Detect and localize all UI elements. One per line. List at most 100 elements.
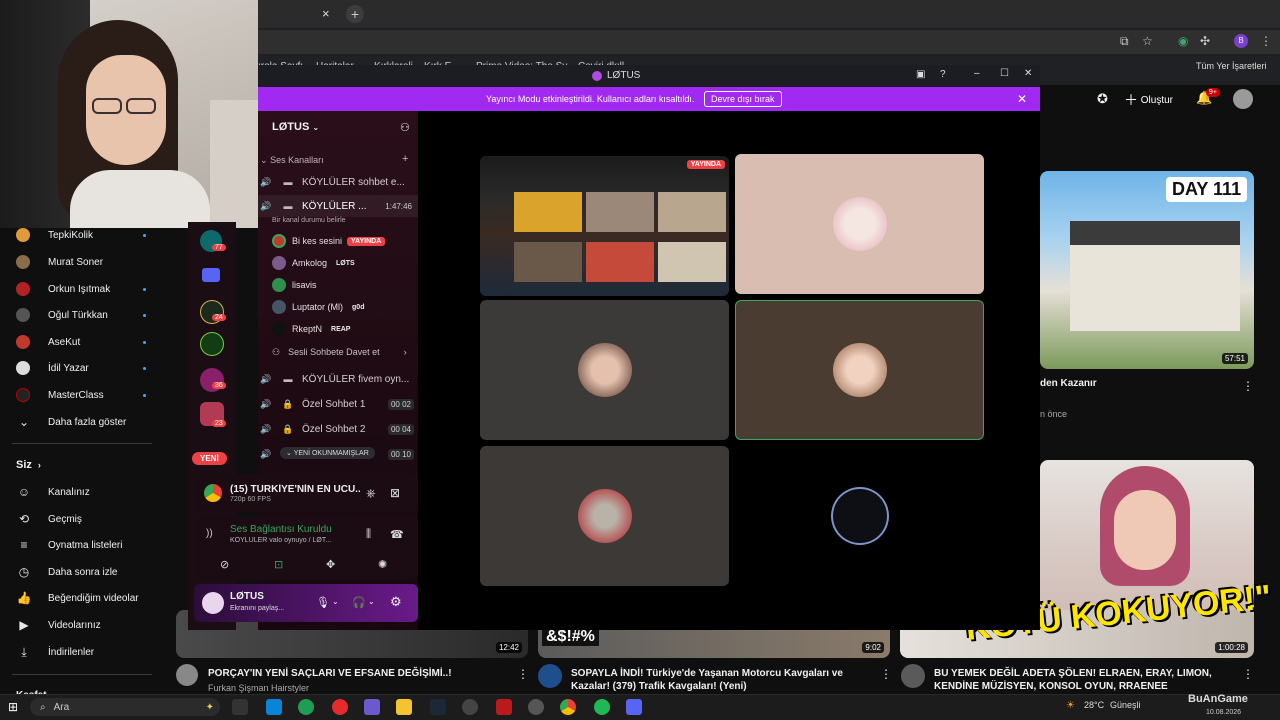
settings-gear-icon[interactable]: ⚙: [390, 594, 402, 610]
disable-streamer-mode-button[interactable]: Devre dışı bırak: [704, 91, 782, 107]
subscription-item[interactable]: Orkun Işıtmak: [16, 276, 166, 302]
screenshare-icon[interactable]: ⊡: [274, 558, 283, 571]
voice-channel-locked[interactable]: 🔊 🔒 Özel Sohbet 2 00 04: [258, 418, 418, 440]
new-badge[interactable]: YENİ: [192, 452, 227, 465]
subscription-item[interactable]: İdil Yazar: [16, 355, 166, 381]
microphone-icon[interactable]: 🎙: [316, 596, 330, 609]
participant-tile[interactable]: [480, 300, 729, 440]
edge-icon[interactable]: [298, 699, 314, 715]
nav-your-videos[interactable]: ▶ Videolarınız: [16, 612, 166, 638]
video-title[interactable]: PORÇAY'IN YENİ SAÇLARI VE EFSANE DEĞİŞİM…: [208, 667, 508, 680]
app-icon[interactable]: [496, 699, 512, 715]
activities-icon[interactable]: ✥: [326, 558, 335, 571]
channel-avatar[interactable]: [901, 664, 925, 688]
chevron-down-icon[interactable]: ⌄: [332, 597, 339, 606]
create-extension-icon[interactable]: ✪: [1097, 91, 1108, 107]
chevron-down-icon[interactable]: ⌄: [368, 597, 375, 606]
voice-user[interactable]: Luptator (Ml) g0d: [272, 297, 368, 317]
voice-connected-label[interactable]: Ses Bağlantısı Kuruldu: [230, 524, 332, 535]
disconnect-icon[interactable]: ☎: [390, 528, 404, 541]
app-icon[interactable]: [364, 699, 380, 715]
menu-icon[interactable]: ⋮: [1260, 34, 1272, 48]
noise-suppression-icon[interactable]: ⫼: [366, 528, 371, 541]
voice-channel-active[interactable]: 🔊 ▬ KÖYLÜLER ... 1:47:46: [258, 195, 418, 217]
close-icon[interactable]: ✕: [1024, 68, 1032, 79]
nav-playlists[interactable]: ≡ Oynatma listeleri: [16, 532, 166, 558]
server-name[interactable]: LØTUS ⌄: [272, 121, 319, 133]
video-thumbnail[interactable]: DAY 111 57:51: [1040, 171, 1254, 369]
file-explorer-icon[interactable]: [396, 699, 412, 715]
app-icon[interactable]: [528, 699, 544, 715]
extension-icon[interactable]: ◉: [1178, 34, 1188, 48]
user-name[interactable]: LØTUS: [230, 591, 264, 602]
voice-user[interactable]: lisavis: [272, 275, 317, 295]
more-options-icon[interactable]: ⋮: [880, 667, 892, 681]
soundboard-icon[interactable]: ✺: [378, 558, 387, 571]
tab-close-icon[interactable]: ×: [322, 6, 330, 21]
participant-tile-speaking[interactable]: [735, 300, 984, 440]
more-options-icon[interactable]: ⋮: [1242, 379, 1254, 393]
weather-temp[interactable]: 28°C: [1084, 700, 1104, 710]
folder-icon[interactable]: [202, 268, 220, 282]
task-view-icon[interactable]: [232, 699, 248, 715]
minimize-icon[interactable]: –: [974, 68, 980, 79]
weather-desc[interactable]: Güneşli: [1110, 700, 1141, 710]
participant-tile[interactable]: [480, 446, 729, 586]
server-icon[interactable]: [200, 332, 224, 356]
video-title[interactable]: den Kazanır: [1040, 378, 1097, 389]
voice-user[interactable]: Bi kes sesini YAYINDA: [272, 231, 386, 251]
create-button[interactable]: ＋ Oluştur: [1124, 90, 1173, 110]
steam-icon[interactable]: [430, 699, 446, 715]
more-options-icon[interactable]: ⋮: [1242, 667, 1254, 681]
stream-panel[interactable]: (15) TÜRKİYE'NİN EN UCU... 720p 60 FPS ⎈…: [194, 474, 418, 512]
subscription-item[interactable]: TepkiKolik: [16, 222, 166, 248]
you-section-heading[interactable]: Siz ›: [16, 452, 166, 478]
profile-icon[interactable]: B: [1234, 34, 1248, 48]
channel-name[interactable]: Furkan Şişman Hairstyler: [208, 683, 309, 693]
obs-icon[interactable]: [462, 699, 478, 715]
subscription-item[interactable]: Murat Soner: [16, 249, 166, 275]
subscription-item[interactable]: Oğul Türkkan: [16, 302, 166, 328]
voice-category[interactable]: ⌄ Ses Kanalları: [260, 155, 324, 166]
cast-icon[interactable]: ⧉: [1120, 34, 1129, 49]
new-unreads-pill[interactable]: ⌄ YENİ OKUNMAMIŞLAR: [280, 447, 375, 459]
maximize-icon[interactable]: ☐: [1000, 68, 1009, 79]
taskbar-search[interactable]: ⌕ Ara ✦: [30, 698, 220, 716]
subscription-item[interactable]: MasterClass: [16, 382, 166, 408]
channel-status[interactable]: Bir kanal durumu belirle: [272, 217, 346, 224]
store-icon[interactable]: [266, 699, 282, 715]
voice-user[interactable]: Amkolog LØTS: [272, 253, 359, 273]
windows-start-icon[interactable]: ⊞: [8, 700, 18, 714]
user-avatar[interactable]: [202, 592, 224, 614]
voice-user[interactable]: RkeptN REAP: [272, 319, 354, 339]
add-channel-icon[interactable]: +: [402, 153, 408, 165]
nav-history[interactable]: ⟲ Geçmiş: [16, 506, 166, 532]
camera-off-icon[interactable]: ⊘: [220, 558, 229, 571]
puzzle-icon[interactable]: ✣: [1200, 34, 1210, 48]
invite-people-icon[interactable]: ⚇: [400, 121, 410, 134]
star-icon[interactable]: ☆: [1142, 34, 1153, 48]
participant-tile[interactable]: [735, 446, 984, 586]
voice-channel-locked[interactable]: 🔊 🔒 Özel Sohbet 1 00 02: [258, 393, 418, 415]
show-more-button[interactable]: ⌄ Daha fazla göster: [16, 409, 166, 435]
inbox-icon[interactable]: ▣: [916, 69, 925, 80]
channel-avatar[interactable]: [176, 664, 198, 686]
voice-channel-label[interactable]: KÖYLÜLER valo oynuyo / LØT...: [230, 537, 360, 544]
voice-channel[interactable]: 🔊 ▬ KÖYLÜLER fivem oyn...: [258, 368, 418, 390]
video-title[interactable]: BU YEMEK DEĞİL ADETA ŞÖLEN! ELRAEN, ERAY…: [934, 667, 1234, 693]
participant-tile[interactable]: [735, 154, 984, 294]
more-options-icon[interactable]: ⋮: [517, 667, 529, 681]
all-bookmarks[interactable]: Tüm Yer İşaretleri: [1196, 61, 1267, 71]
nav-downloads[interactable]: ⤓ İndirilenler: [16, 639, 166, 665]
gamepad-icon[interactable]: ⎈: [366, 486, 376, 501]
discord-icon[interactable]: [626, 699, 642, 715]
stop-stream-icon[interactable]: ⊠: [390, 486, 400, 500]
voice-channel[interactable]: 🔊 ▬ KÖYLÜLER sohbet e...: [258, 171, 418, 193]
subscription-item[interactable]: AseKut: [16, 329, 166, 355]
nav-channel[interactable]: ☺ Kanalınız: [16, 479, 166, 505]
help-icon[interactable]: ?: [940, 69, 946, 80]
invite-to-voice[interactable]: ⚇ Sesli Sohbete Davet et ›: [272, 342, 407, 362]
channel-avatar[interactable]: [538, 664, 562, 688]
new-tab-button[interactable]: +: [346, 5, 364, 23]
opera-icon[interactable]: [332, 699, 348, 715]
